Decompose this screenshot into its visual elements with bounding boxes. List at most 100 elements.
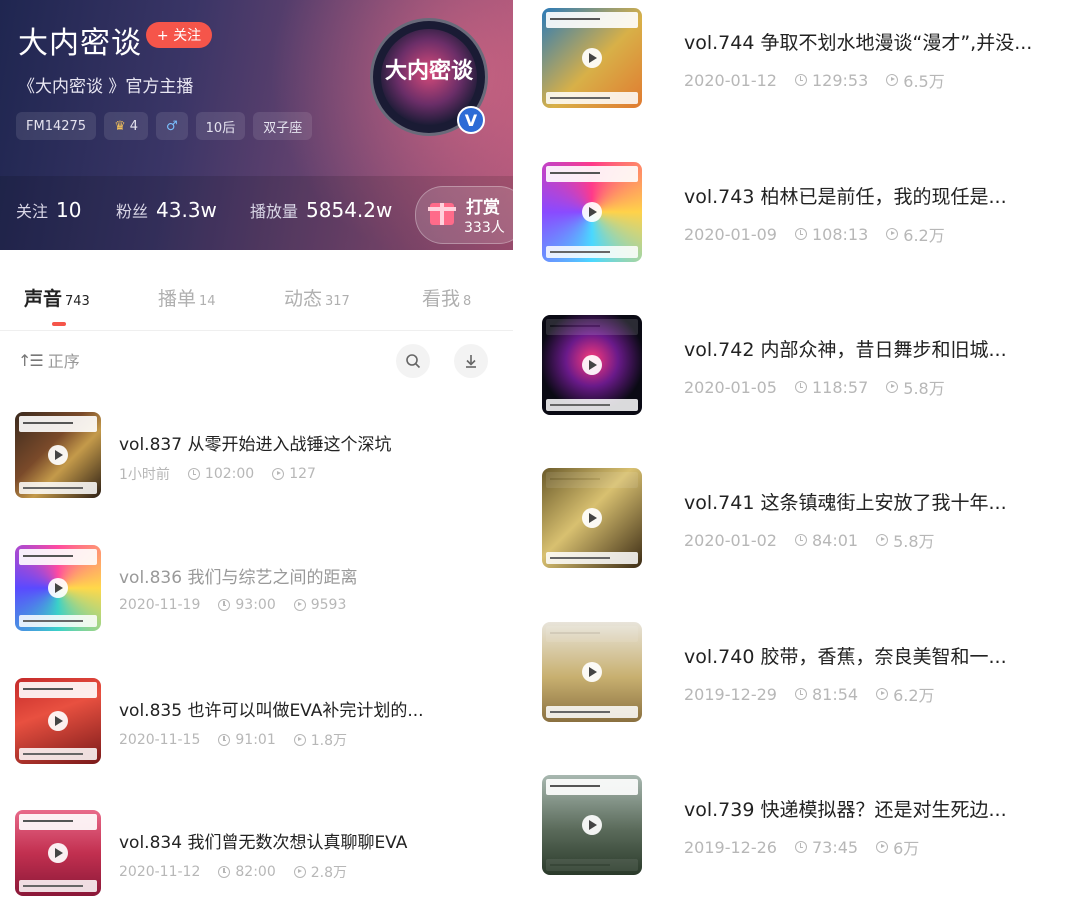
stat-fans[interactable]: 粉丝 43.3w bbox=[116, 198, 217, 222]
episode-meta: 2019-12-26 73:45 6万 bbox=[684, 837, 920, 859]
episode-title: vol.739 快递模拟器？还是对生死边... bbox=[684, 799, 1007, 821]
episode-title: vol.837 从零开始进入战锤这个深坑 bbox=[119, 435, 392, 455]
episode-title: vol.835 也许可以叫做EVA补完计划的... bbox=[119, 701, 424, 721]
list-item[interactable]: vol.740 胶带，香蕉，奈良美智和一... 2019-12-29 81:54… bbox=[542, 622, 1072, 726]
list-item[interactable]: vol.835 也许可以叫做EVA补完计划的... 2020-11-15 91:… bbox=[15, 678, 495, 768]
play-count-icon bbox=[272, 468, 285, 480]
tab-indicator bbox=[52, 322, 66, 326]
clock-icon bbox=[218, 866, 231, 878]
episode-meta: 2020-11-19 93:00 9593 bbox=[119, 597, 347, 613]
stat-following[interactable]: 关注 10 bbox=[16, 198, 81, 222]
list-item[interactable]: vol.742 内部众神，昔日舞步和旧城... 2020-01-05 118:5… bbox=[542, 315, 1072, 419]
play-count-icon bbox=[886, 381, 899, 393]
list-item[interactable]: vol.741 这条镇魂街上安放了我十年... 2020-01-02 84:01… bbox=[542, 468, 1072, 572]
play-count-icon bbox=[293, 599, 306, 611]
play-count-icon bbox=[293, 734, 306, 746]
tag-zodiac: 双子座 bbox=[253, 112, 313, 140]
crown-icon: ♛ bbox=[114, 118, 126, 134]
play-count-icon bbox=[876, 534, 889, 546]
episode-cover bbox=[15, 545, 101, 631]
play-icon[interactable] bbox=[582, 508, 602, 528]
episode-title: vol.744 争取不划水地漫谈“漫才”,并没... bbox=[684, 32, 1033, 54]
avatar-text: 大内密谈 bbox=[384, 59, 473, 84]
tag-fm-id: FM14275 bbox=[16, 112, 97, 140]
episode-meta: 1小时前 102:00 127 bbox=[119, 466, 316, 483]
clock-icon bbox=[794, 228, 807, 240]
list-item[interactable]: vol.743 柏林已是前任，我的现任是... 2020-01-09 108:1… bbox=[542, 162, 1072, 266]
play-icon[interactable] bbox=[48, 445, 68, 465]
clock-icon bbox=[794, 381, 807, 393]
episode-meta: 2020-01-09 108:13 6.2万 bbox=[684, 224, 945, 246]
sort-icon: ↑☰ bbox=[18, 350, 44, 370]
episode-meta: 2020-11-15 91:01 1.8万 bbox=[119, 732, 347, 749]
list-toolbar: ↑☰ 正序 bbox=[0, 340, 513, 380]
tag-level: ♛ 4 bbox=[104, 112, 148, 140]
tab-moments[interactable]: 动态 317 bbox=[284, 284, 350, 311]
play-count-icon bbox=[876, 688, 889, 700]
clock-icon bbox=[218, 734, 231, 746]
play-count-icon bbox=[886, 228, 899, 240]
episode-meta: 2020-11-12 82:00 2.8万 bbox=[119, 864, 347, 881]
episode-title: vol.742 内部众神，昔日舞步和旧城... bbox=[684, 339, 1007, 361]
tag-gender: ♂ bbox=[156, 112, 188, 140]
episode-meta: 2020-01-12 129:53 6.5万 bbox=[684, 70, 945, 92]
episode-meta: 2020-01-02 84:01 5.8万 bbox=[684, 530, 935, 552]
episode-cover bbox=[542, 8, 642, 108]
episode-meta: 2019-12-29 81:54 6.2万 bbox=[684, 684, 935, 706]
play-count-icon bbox=[876, 841, 889, 853]
clock-icon bbox=[218, 599, 231, 611]
episode-title: vol.834 我们曾无数次想认真聊聊EVA bbox=[119, 833, 408, 853]
episode-cover bbox=[15, 810, 101, 896]
episode-meta: 2020-01-05 118:57 5.8万 bbox=[684, 377, 945, 399]
episode-cover bbox=[15, 678, 101, 764]
play-icon[interactable] bbox=[48, 843, 68, 863]
reward-label: 打赏 bbox=[466, 198, 500, 218]
play-icon[interactable] bbox=[582, 202, 602, 222]
episode-cover bbox=[542, 775, 642, 875]
play-count-icon bbox=[886, 74, 899, 86]
list-item[interactable]: vol.834 我们曾无数次想认真聊聊EVA 2020-11-12 82:00 … bbox=[15, 810, 495, 900]
reward-count: 333人 bbox=[464, 220, 505, 236]
play-icon[interactable] bbox=[582, 48, 602, 68]
follow-button[interactable]: + 关注 bbox=[146, 22, 212, 48]
episode-title: vol.836 我们与综艺之间的距离 bbox=[119, 568, 358, 588]
play-icon[interactable] bbox=[582, 815, 602, 835]
search-button[interactable] bbox=[396, 344, 430, 378]
tab-sounds[interactable]: 声音 743 bbox=[24, 284, 90, 311]
stat-plays: 播放量 5854.2w bbox=[250, 198, 393, 222]
right-panel: vol.744 争取不划水地漫谈“漫才”,并没... 2020-01-12 12… bbox=[520, 0, 1080, 919]
gift-icon bbox=[428, 203, 456, 225]
download-button[interactable] bbox=[454, 344, 488, 378]
left-panel: 大内密谈 + 关注 《大内密谈 》官方主播 FM14275 ♛ 4 ♂ 10后 双… bbox=[0, 0, 515, 919]
profile-title: 大内密谈 bbox=[18, 26, 142, 61]
episode-cover bbox=[542, 622, 642, 722]
reward-button[interactable]: 打赏 333人 bbox=[415, 186, 515, 244]
episode-cover bbox=[542, 468, 642, 568]
clock-icon bbox=[794, 688, 807, 700]
list-item[interactable]: vol.836 我们与综艺之间的距离 2020-11-19 93:00 9593 bbox=[15, 545, 495, 635]
play-icon[interactable] bbox=[48, 578, 68, 598]
profile-tags: FM14275 ♛ 4 ♂ 10后 双子座 bbox=[16, 112, 313, 140]
verified-icon: V bbox=[457, 106, 485, 134]
download-icon bbox=[466, 355, 476, 368]
search-icon bbox=[406, 354, 421, 369]
sort-button[interactable]: ↑☰ 正序 bbox=[18, 348, 80, 372]
episode-title: vol.743 柏林已是前任，我的现任是... bbox=[684, 186, 1007, 208]
clock-icon bbox=[794, 534, 807, 546]
list-item[interactable]: vol.739 快递模拟器？还是对生死边... 2019-12-26 73:45… bbox=[542, 775, 1072, 879]
episode-title: vol.740 胶带，香蕉，奈良美智和一... bbox=[684, 646, 1007, 668]
profile-subtitle: 《大内密谈 》官方主播 bbox=[18, 77, 194, 97]
list-item[interactable]: vol.744 争取不划水地漫谈“漫才”,并没... 2020-01-12 12… bbox=[542, 8, 1072, 112]
episode-cover bbox=[542, 315, 642, 415]
play-icon[interactable] bbox=[582, 662, 602, 682]
list-item[interactable]: vol.837 从零开始进入战锤这个深坑 1小时前 102:00 127 bbox=[15, 412, 495, 502]
episode-cover bbox=[542, 162, 642, 262]
tag-age: 10后 bbox=[195, 112, 246, 140]
tab-bar: 声音 743 播单 14 动态 317 看我 8 bbox=[0, 270, 513, 331]
tab-about[interactable]: 看我 8 bbox=[422, 284, 471, 311]
play-icon[interactable] bbox=[582, 355, 602, 375]
play-count-icon bbox=[293, 866, 306, 878]
play-icon[interactable] bbox=[48, 711, 68, 731]
male-icon: ♂ bbox=[166, 118, 178, 134]
tab-playlists[interactable]: 播单 14 bbox=[158, 284, 216, 311]
